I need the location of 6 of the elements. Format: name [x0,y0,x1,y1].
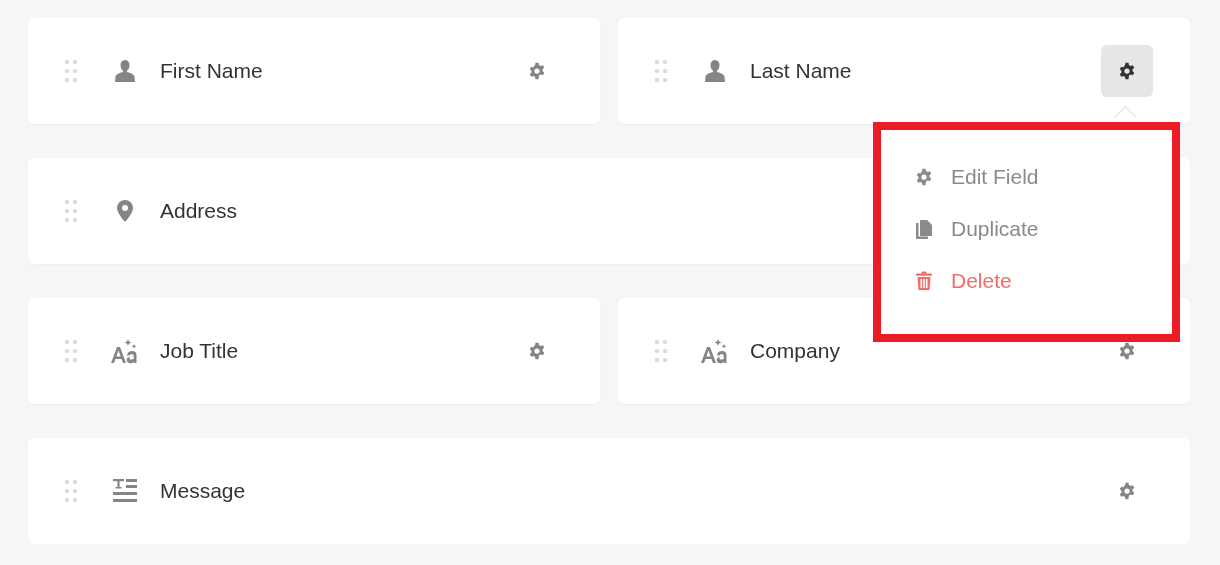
field-label: First Name [160,59,263,83]
field-label: Address [160,199,238,223]
field-label: Company [750,339,840,363]
field-label: Job Title [160,339,239,363]
field-label: Last Name [750,59,852,83]
field-label: Message [160,479,246,503]
